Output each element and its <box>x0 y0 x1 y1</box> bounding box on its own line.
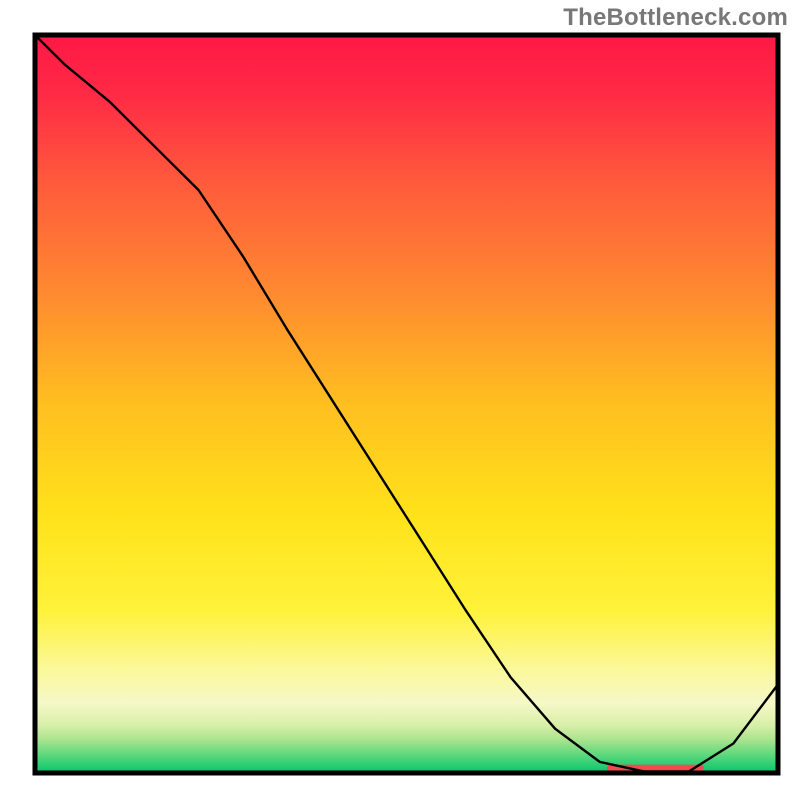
plot-background <box>35 35 778 773</box>
chart-stage: TheBottleneck.com <box>0 0 800 800</box>
bottleneck-chart <box>0 0 800 800</box>
